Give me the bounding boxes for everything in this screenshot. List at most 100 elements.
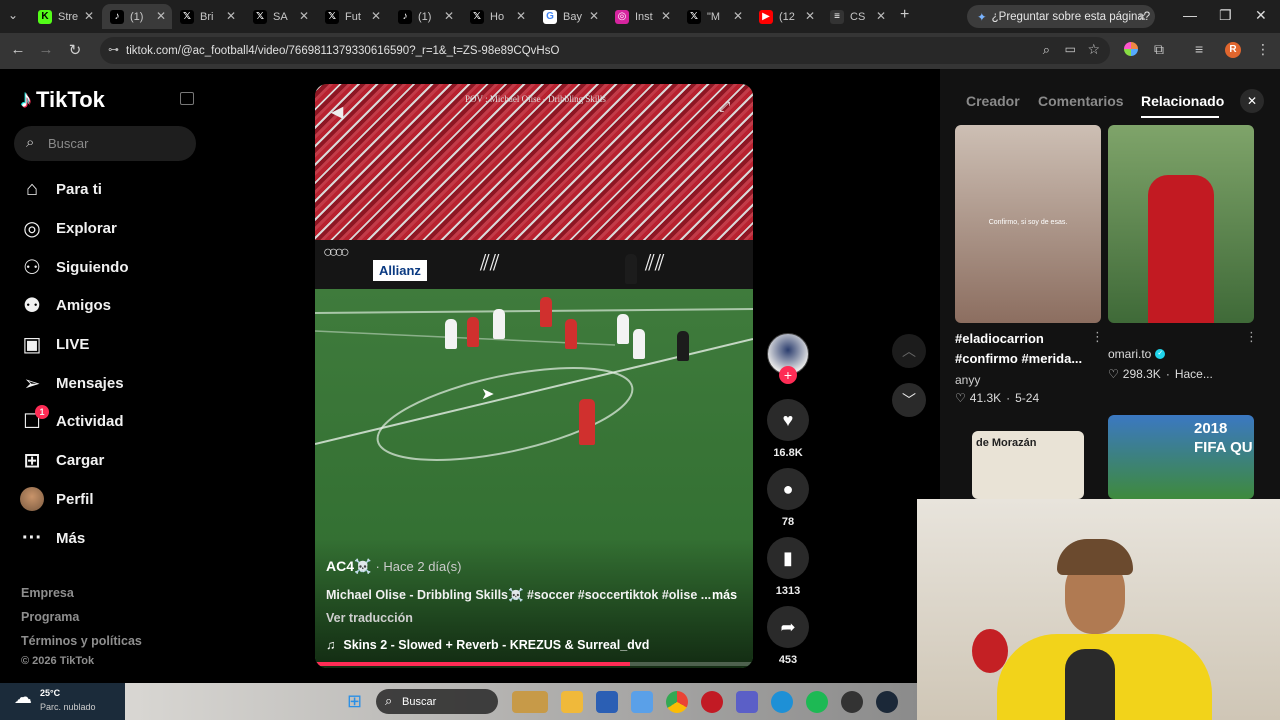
previous-video-icon[interactable]: ︿ [892, 334, 926, 368]
tab-close-icon[interactable]: ✕ [226, 9, 236, 23]
site-info-icon[interactable]: ⊶ [108, 43, 119, 56]
file-explorer-icon[interactable] [561, 691, 583, 713]
new-tab-icon[interactable]: + [900, 6, 909, 24]
opera-icon[interactable] [701, 691, 723, 713]
tiktok-logo[interactable]: ♪ TikTok [20, 86, 105, 114]
taskbar-search[interactable]: ⌕ Buscar [376, 689, 498, 714]
related-thumb-2[interactable] [1108, 125, 1254, 323]
url-input[interactable]: ⊶ tiktok.com/@ac_football4/video/7669811… [100, 37, 1110, 64]
chrome-icon[interactable] [666, 691, 688, 713]
browser-tab[interactable]: 𝕏 "M ✕ [679, 4, 749, 29]
share-action[interactable]: ➦ 453 [767, 606, 809, 666]
next-video-icon[interactable]: ﹀ [892, 383, 926, 417]
comment-icon[interactable]: ● [767, 468, 809, 510]
related-author-1[interactable]: anyy [955, 373, 980, 387]
browser-tab[interactable]: 𝕏 Fut ✕ [317, 4, 387, 29]
tab-close-icon[interactable]: ✕ [733, 9, 743, 23]
browser-tab[interactable]: ≡ CS ✕ [822, 4, 892, 29]
search-input[interactable]: ⌕ Buscar [14, 126, 196, 161]
weather-icon[interactable]: ☁ [14, 687, 32, 708]
footer-link[interactable]: Programa [21, 610, 79, 624]
close-panel-icon[interactable]: ✕ [1240, 89, 1264, 113]
tab-creator[interactable]: Creador [966, 93, 1020, 109]
tab-list-chevron-icon[interactable]: ⌄ [8, 8, 18, 22]
sidebar-item-avatar[interactable]: Perfil [20, 487, 94, 511]
tab-close-icon[interactable]: ✕ [661, 9, 671, 23]
tab-close-icon[interactable]: ✕ [516, 9, 526, 23]
sidebar-item-more[interactable]: ··· Más [20, 526, 85, 550]
window-close-icon[interactable]: ✕ [1255, 7, 1267, 24]
spotify-icon[interactable] [806, 691, 828, 713]
tab-comments[interactable]: Comentarios [1038, 93, 1124, 109]
video-author[interactable]: AC4☠️ [326, 558, 371, 575]
sidebar-item-friends[interactable]: ⚉ Amigos [20, 293, 111, 317]
windows-start-icon[interactable]: ⊞ [347, 691, 362, 712]
translate-link[interactable]: Ver traducción [326, 611, 413, 625]
browser-menu-icon[interactable]: ⋮ [1256, 41, 1270, 58]
more-link[interactable]: más [712, 588, 737, 602]
sidebar-item-messages[interactable]: ➢ Mensajes [20, 371, 124, 395]
ask-about-page-chip[interactable]: ✦ ¿Preguntar sobre esta página? ✕ [967, 5, 1155, 28]
related-thumb-3[interactable]: de Morazán [972, 431, 1084, 499]
extensions-puzzle-icon[interactable]: ⧉ [1154, 41, 1164, 58]
minimize-icon[interactable]: — [1183, 7, 1197, 23]
tab-close-icon[interactable]: ✕ [805, 9, 815, 23]
follow-plus-icon[interactable]: + [779, 366, 797, 384]
edge-icon[interactable] [771, 691, 793, 713]
forward-icon[interactable]: → [36, 41, 56, 58]
related-title-2[interactable]: omari.to [1108, 347, 1151, 361]
more-options-icon[interactable]: ⋮ [1091, 329, 1104, 345]
volume-icon[interactable]: ◀ [331, 102, 343, 122]
related-title-1[interactable]: #eladiocarrion #confirmo #merida... [955, 329, 1095, 369]
sidebar-item-following[interactable]: ⚇ Siguiendo [20, 255, 128, 279]
reload-icon[interactable]: ↻ [65, 41, 85, 59]
back-icon[interactable]: ← [8, 41, 28, 58]
widget-icon[interactable] [512, 691, 548, 713]
close-chip-icon[interactable]: ✕ [1137, 10, 1147, 24]
share-icon[interactable]: ➦ [767, 606, 809, 648]
browser-tab[interactable]: 𝕏 SA ✕ [245, 4, 315, 29]
maximize-icon[interactable]: ❐ [1219, 7, 1232, 24]
save-action[interactable]: ▮ 1313 [767, 537, 809, 597]
notepad-icon[interactable] [631, 691, 653, 713]
browser-tab[interactable]: ◎ Inst ✕ [607, 4, 677, 29]
browser-tab[interactable]: ▶ (12 ✕ [751, 4, 821, 29]
bookmark-star-icon[interactable]: ☆ [1087, 41, 1100, 58]
sidebar-item-upload[interactable]: ⊞ Cargar [20, 448, 105, 472]
sidebar-item-home[interactable]: ⌂ Para ti [20, 177, 102, 201]
tab-close-icon[interactable]: ✕ [84, 9, 94, 23]
tab-close-icon[interactable]: ✕ [876, 9, 886, 23]
creator-avatar-action[interactable]: + [767, 333, 809, 384]
media-control-icon[interactable]: ≡ [1195, 41, 1203, 57]
browser-tab[interactable]: 𝕏 Ho ✕ [462, 4, 532, 29]
sidebar-item-activity[interactable]: ☐ 1 Actividad [20, 405, 124, 433]
like-action[interactable]: ♥ 16.8K [767, 399, 809, 459]
footer-link[interactable]: Empresa [21, 586, 74, 600]
browser-tab[interactable]: ♪ (1) ✕ [390, 4, 460, 29]
progress-track[interactable] [315, 662, 753, 666]
word-icon[interactable] [596, 691, 618, 713]
browser-tab[interactable]: G Bay ✕ [535, 4, 605, 29]
steam-icon[interactable] [876, 691, 898, 713]
obs-icon[interactable] [841, 691, 863, 713]
heart-icon[interactable]: ♥ [767, 399, 809, 441]
tab-related[interactable]: Relacionado [1141, 93, 1224, 109]
tab-close-icon[interactable]: ✕ [299, 9, 309, 23]
extension-colorful-icon[interactable] [1124, 42, 1138, 56]
footer-link[interactable]: Términos y políticas [21, 634, 142, 648]
related-thumb-4[interactable]: 2018 FIFA QU [1108, 415, 1254, 499]
video-player[interactable]: Allianz ○○○○ ⫽⫽ ⫽⫽ POV : Michael Olise -… [315, 84, 753, 668]
sidebar-item-live[interactable]: ▣ LIVE [20, 332, 90, 356]
browser-tab[interactable]: ♪ (1) ✕ [102, 4, 172, 29]
sidebar-item-compass[interactable]: ◎ Explorar [20, 216, 117, 240]
tab-close-icon[interactable]: ✕ [156, 9, 166, 23]
related-thumb-1[interactable]: Confirmo, si soy de esas. [955, 125, 1101, 323]
music-title[interactable]: Skins 2 - Slowed + Reverb - KREZUS & Sur… [343, 638, 649, 652]
more-options-icon-2[interactable]: ⋮ [1245, 329, 1258, 345]
browser-tab[interactable]: K Stre ✕ [30, 4, 100, 29]
browser-tab[interactable]: 𝕏 Bri ✕ [172, 4, 242, 29]
tab-close-icon[interactable]: ✕ [589, 9, 599, 23]
tab-close-icon[interactable]: ✕ [371, 9, 381, 23]
profile-avatar[interactable]: R [1225, 42, 1241, 58]
tab-close-icon[interactable]: ✕ [444, 9, 454, 23]
